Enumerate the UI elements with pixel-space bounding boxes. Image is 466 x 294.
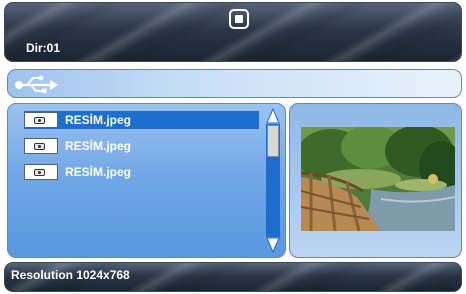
file-name: RESİM.jpeg — [65, 165, 132, 179]
resolution-label: Resolution 1024x768 — [11, 268, 130, 282]
directory-label: Dir:01 — [26, 41, 61, 55]
image-file-icon — [24, 112, 58, 128]
scrollbar[interactable] — [266, 108, 280, 253]
file-row[interactable]: RESİM.jpeg — [24, 137, 259, 155]
scroll-thumb[interactable] — [267, 125, 279, 157]
source-bar — [7, 69, 462, 98]
file-name: RESİM.jpeg — [65, 113, 132, 127]
image-file-icon — [24, 138, 58, 154]
usb-icon[interactable] — [14, 75, 60, 95]
file-list-panel: RESİM.jpeg RESİM.jpeg RESİM.jpeg — [7, 103, 286, 258]
scroll-up-arrow-icon[interactable] — [266, 108, 280, 124]
header-bar: Dir:01 — [4, 2, 462, 62]
scroll-down-arrow-icon[interactable] — [266, 237, 280, 253]
image-file-icon — [24, 164, 58, 180]
preview-panel — [289, 103, 462, 258]
stop-icon[interactable] — [229, 9, 249, 29]
photo-thumbnail — [301, 127, 455, 231]
file-row[interactable]: RESİM.jpeg — [24, 111, 259, 129]
file-row[interactable]: RESİM.jpeg — [24, 163, 259, 181]
status-bar: Resolution 1024x768 — [4, 262, 462, 292]
file-name: RESİM.jpeg — [65, 139, 132, 153]
